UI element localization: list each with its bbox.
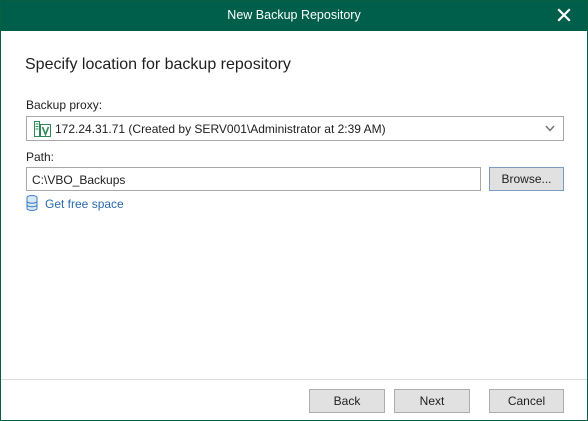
server-icon [34,121,51,137]
back-button[interactable]: Back [309,389,385,413]
backup-proxy-value: 172.24.31.71 (Created by SERV001\Adminis… [55,122,386,136]
title-bar: New Backup Repository [1,1,587,31]
path-input[interactable]: C:\VBO_Backups [26,167,481,191]
window-title: New Backup Repository [227,8,361,22]
next-button[interactable]: Next [394,389,470,413]
browse-button[interactable]: Browse... [489,167,564,191]
backup-proxy-select[interactable]: 172.24.31.71 (Created by SERV001\Adminis… [26,116,564,141]
backup-proxy-label: Backup proxy: [26,98,103,112]
path-label: Path: [26,150,55,164]
chevron-down-icon [545,125,555,132]
dialog-window: New Backup Repository Specify location f… [0,0,588,421]
get-free-space-label: Get free space [45,197,124,211]
database-icon [26,195,38,211]
footer-divider [1,379,587,380]
close-icon[interactable] [555,6,573,24]
path-input-value: C:\VBO_Backups [32,173,126,187]
cancel-button[interactable]: Cancel [489,389,564,413]
page-heading: Specify location for backup repository [25,56,291,73]
